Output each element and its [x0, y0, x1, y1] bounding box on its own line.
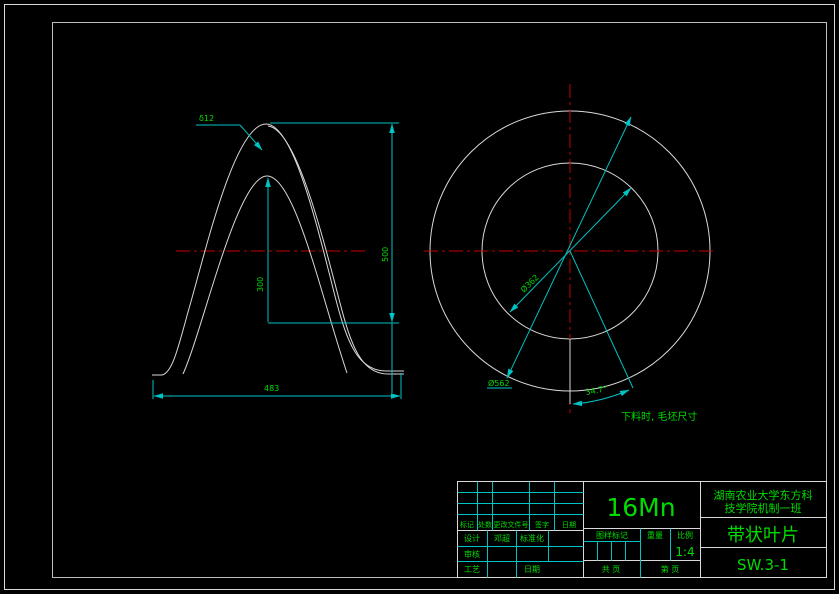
dim-483: 483 — [152, 373, 402, 399]
profile-outer-curve — [152, 123, 404, 376]
angle-radial-line — [569, 250, 634, 389]
sheet-no: 第 页 — [661, 564, 680, 574]
hdr-change-doc: 更改文件号 — [494, 520, 529, 529]
dim-angle-label: 34.7° — [585, 384, 608, 397]
scale-value: 1:4 — [675, 545, 694, 559]
dim-300-label: 300 — [256, 277, 265, 292]
sheet-border — [4, 4, 835, 590]
dim-483-label: 483 — [264, 384, 279, 393]
dim-500-label: 500 — [381, 247, 390, 262]
dim-300: 300 — [256, 177, 271, 322]
school-line2: 技学院机制一班 — [725, 501, 802, 515]
leader-line — [239, 124, 263, 151]
title-block-middle-texts: 16Mn 图样标记 重量 比例 1:4 共 页 第 页 — [596, 493, 695, 574]
title-block-right-texts: 湖南农业大学东方科 技学院机制一班 带状叶片 SW.3-1 — [714, 488, 813, 574]
dim-inner-dia-label: Ø362 — [518, 272, 540, 294]
drawing-sheet: δ12 500 300 483 Ø562 Ø362 34.7° 下料时, 毛坯尺… — [4, 4, 835, 590]
ring-view: Ø562 Ø362 34.7° 下料时, 毛坯尺寸 — [424, 84, 716, 423]
hdr-date: 日期 — [562, 521, 576, 529]
blank-note: 下料时, 毛坯尺寸 — [621, 410, 697, 423]
hdr-count: 处数 — [478, 520, 492, 529]
row-process: 工艺 — [464, 565, 480, 574]
school-line1: 湖南农业大学东方科 — [714, 488, 813, 502]
dim-outer-dia: Ø562 — [487, 116, 632, 389]
title-block: 标记 处数 更改文件号 签字 日期 设计 邓超 标准化 审核 工艺 日期 16M… — [457, 481, 827, 578]
inner-border — [52, 22, 827, 578]
material-label: 16Mn — [606, 493, 675, 522]
dim-thickness: δ12 — [199, 114, 214, 123]
outer-border — [4, 4, 835, 590]
stamp-label: 图样标记 — [596, 530, 628, 540]
cad-canvas: δ12 500 300 483 Ø562 Ø362 34.7° 下料时, 毛坯尺… — [0, 0, 839, 594]
hdr-mark: 标记 — [460, 520, 474, 529]
profile-view: δ12 500 300 483 — [152, 114, 404, 399]
dim-angle: 34.7° — [569, 250, 634, 407]
drawing-number: SW.3-1 — [737, 556, 789, 574]
hdr-sign: 签字 — [535, 520, 549, 529]
scale-label: 比例 — [677, 530, 693, 540]
part-name: 带状叶片 — [727, 525, 799, 546]
row-date: 日期 — [524, 565, 540, 574]
sheets-total: 共 页 — [602, 565, 621, 574]
row-designer: 邓超 — [494, 533, 510, 543]
dim-500: 500 — [268, 122, 399, 393]
row-standardization: 标准化 — [520, 533, 544, 543]
row-design: 设计 — [464, 533, 480, 543]
row-review: 审核 — [464, 549, 480, 559]
dim-outer-dia-label: Ø562 — [488, 378, 510, 388]
weight-label: 重量 — [647, 530, 663, 540]
profile-inner-curve — [182, 175, 348, 375]
